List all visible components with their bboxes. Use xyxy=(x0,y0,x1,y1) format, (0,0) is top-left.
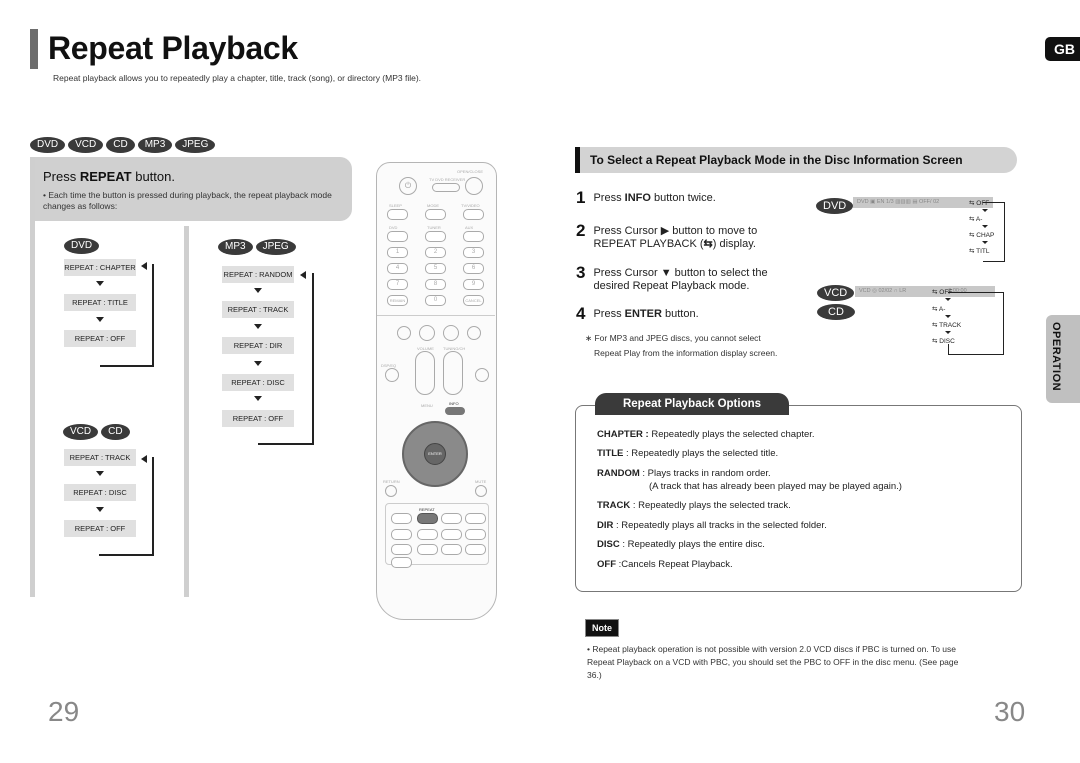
option-dir: DIR : Repeatedly plays all tracks in the… xyxy=(597,520,827,531)
remote-repeat-button xyxy=(417,513,438,524)
step-3: 3 Press Cursor ▼ button to select the de… xyxy=(576,263,768,292)
option-random-detail: (A track that has already been played ma… xyxy=(649,481,902,492)
note-badge: Note xyxy=(585,619,619,637)
remote-control-illustration: OPEN/CLOSE ⏻ TV DVD RECEIVER SLEEP MODE … xyxy=(376,162,497,620)
osd-option: ⇆ A- xyxy=(969,216,983,223)
language-tab: GB xyxy=(1045,37,1080,61)
dvd-osd-badge: DVD xyxy=(816,196,854,214)
remote-info-button xyxy=(445,407,465,415)
power-button: ⏻ xyxy=(399,177,417,195)
press-repeat-note: • Each time the button is pressed during… xyxy=(43,190,332,211)
loop-back-line xyxy=(100,264,154,367)
page-title: Repeat Playback xyxy=(48,30,298,66)
loop-back-line xyxy=(258,273,314,445)
loop-arrow-icon xyxy=(141,262,147,270)
mode-selector xyxy=(432,183,460,192)
vcd-flow-badges: VCD CD xyxy=(63,424,130,440)
options-tab: Repeat Playback Options xyxy=(595,393,789,415)
left-divider xyxy=(30,157,35,597)
osd-loop-line xyxy=(983,202,1005,262)
section-side-label: OPERATION xyxy=(1050,322,1062,392)
title-accent-bar xyxy=(30,29,38,69)
note-text: • Repeat playback operation is not possi… xyxy=(587,644,959,680)
mp3-jpeg-note: ∗ For MP3 and JPEG discs, you cannot sel… xyxy=(585,333,778,358)
middle-divider xyxy=(184,226,189,597)
page-number-left: 29 xyxy=(48,696,80,727)
option-off: OFF :Cancels Repeat Playback. xyxy=(597,559,733,570)
repeat-icon: ⇆ xyxy=(703,238,713,250)
step-1: 1 Press INFO button twice. xyxy=(576,188,716,207)
loop-back-line xyxy=(99,457,154,556)
cd-osd-badge: CD xyxy=(817,302,855,320)
step-2: 2 Press Cursor ▶ button to move to REPEA… xyxy=(576,221,758,250)
disc-badge-vcd: VCD xyxy=(68,137,104,153)
disc-type-badges: DVD VCD CD MP3 JPEG xyxy=(30,137,216,153)
remote-enter-button: ENTER xyxy=(424,443,446,465)
disc-badge-dvd: DVD xyxy=(30,137,66,153)
option-title: TITLE : Repeatedly plays the selected ti… xyxy=(597,448,779,459)
step-4: 4 Press ENTER button. xyxy=(576,304,699,323)
section-title: To Select a Repeat Playback Mode in the … xyxy=(590,153,963,167)
page-number-right: 30 xyxy=(994,696,1026,727)
option-track: TRACK : Repeatedly plays the selected tr… xyxy=(597,500,791,511)
option-disc: DISC : Repeatedly plays the entire disc. xyxy=(597,539,765,550)
page-subtitle: Repeat playback allows you to repeatedly… xyxy=(53,73,422,83)
vcd-osd-badge: VCD xyxy=(817,283,855,301)
press-repeat-title: Press REPEAT button. xyxy=(43,169,175,184)
dvd-flow-badge: DVD xyxy=(64,235,100,254)
osd-loop-line xyxy=(948,344,949,355)
disc-badge-mp3: MP3 xyxy=(137,137,173,153)
option-chapter: CHAPTER : Repeatedly plays the selected … xyxy=(597,429,815,440)
mp3-flow-badges: MP3 JPEG xyxy=(218,239,296,255)
osd-loop-line xyxy=(948,292,1004,355)
disc-badge-jpeg: JPEG xyxy=(175,137,216,153)
loop-arrow-icon xyxy=(300,271,306,279)
osd-option: ⇆ A- xyxy=(932,306,946,313)
press-repeat-header xyxy=(30,157,352,221)
option-random: RANDOM : Plays tracks in random order. xyxy=(597,468,771,479)
loop-arrow-icon xyxy=(141,455,147,463)
disc-badge-cd: CD xyxy=(106,137,135,153)
open-close-button xyxy=(465,177,483,195)
